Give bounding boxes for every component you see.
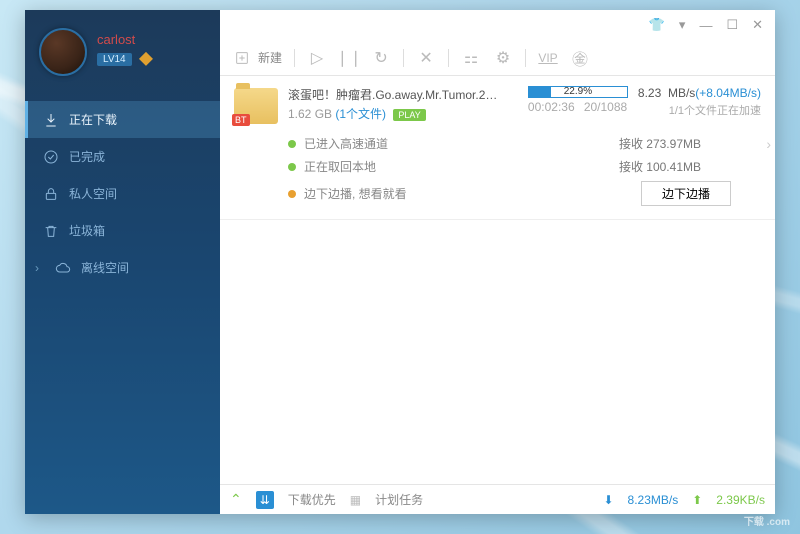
- down-arrow-icon: ⬇: [603, 493, 613, 507]
- task-list: BT 滚蛋吧！肿瘤君.Go.away.Mr.Tumor.2015... 1.62…: [220, 76, 775, 484]
- detail-line: 边下边播, 想看就看 边下边播: [288, 178, 761, 209]
- vip-icon[interactable]: VIP: [538, 48, 558, 68]
- sidebar-item-label: 正在下载: [69, 111, 117, 128]
- speed: 8.23 MB/s(+8.04MB/s) 1/1个文件正在加速: [638, 86, 761, 118]
- app-window: carlost LV14 正在下载 已完成 私人空间 垃圾箱: [25, 10, 775, 514]
- skin-icon[interactable]: 👕: [649, 17, 665, 33]
- lock-icon: [43, 186, 59, 202]
- menu-icon[interactable]: ▾: [679, 17, 686, 33]
- task-row[interactable]: BT 滚蛋吧！肿瘤君.Go.away.Mr.Tumor.2015... 1.62…: [220, 76, 775, 220]
- up-arrow-icon: ⬆: [692, 493, 702, 507]
- sidebar-item-private[interactable]: 私人空间: [25, 175, 220, 212]
- priority-icon[interactable]: ⇊: [256, 491, 274, 509]
- sidebar-menu: 正在下载 已完成 私人空间 垃圾箱 › 离线空间: [25, 101, 220, 514]
- progress-meta: 00:02:36 20/1088: [528, 100, 628, 114]
- trash-icon: [43, 223, 59, 239]
- sidebar-item-label: 私人空间: [69, 185, 117, 202]
- separator: [403, 49, 404, 67]
- sidebar: carlost LV14 正在下载 已完成 私人空间 垃圾箱: [25, 10, 220, 514]
- restart-icon[interactable]: ↻: [371, 48, 391, 68]
- cloud-icon: [55, 260, 71, 276]
- down-speed: 8.23MB/s: [628, 493, 679, 507]
- task-name: 滚蛋吧！肿瘤君.Go.away.Mr.Tumor.2015...: [288, 86, 498, 103]
- progress: 22.9% 00:02:36 20/1088: [528, 86, 628, 114]
- play-while-download-button[interactable]: 边下边播: [641, 181, 731, 206]
- titlebar: 👕 ▾ — ☐ ✕: [220, 10, 775, 40]
- maximize-button[interactable]: ☐: [726, 17, 738, 33]
- separator: [448, 49, 449, 67]
- play-badge[interactable]: PLAY: [393, 109, 425, 121]
- delete-icon[interactable]: ✕: [416, 48, 436, 68]
- pause-icon[interactable]: ❘❘: [339, 48, 359, 68]
- username: carlost: [97, 32, 153, 47]
- status-bar: ⌃ ⇊ 下载优先 ▦ 计划任务 ⬇ 8.23MB/s ⬆ 2.39KB/s: [220, 484, 775, 514]
- minimize-button[interactable]: —: [699, 18, 712, 33]
- task-details: 已进入高速通道 接收 273.97MB 正在取回本地 接收 100.41MB 边…: [288, 132, 761, 209]
- new-icon: [232, 48, 252, 68]
- check-icon: [43, 149, 59, 165]
- priority-label[interactable]: 下载优先: [288, 491, 336, 508]
- level-badge: LV14: [97, 53, 132, 66]
- schedule-icon[interactable]: ▦: [350, 493, 361, 507]
- sidebar-item-trash[interactable]: 垃圾箱: [25, 212, 220, 249]
- play-icon[interactable]: ▷: [307, 48, 327, 68]
- settings-icon[interactable]: ⚙: [493, 48, 513, 68]
- new-button[interactable]: 新建: [232, 48, 282, 68]
- sidebar-item-downloading[interactable]: 正在下载: [25, 101, 220, 138]
- sidebar-item-label: 离线空间: [81, 259, 129, 276]
- sidebar-item-completed[interactable]: 已完成: [25, 138, 220, 175]
- grid-icon[interactable]: ⚏: [461, 48, 481, 68]
- schedule-label[interactable]: 计划任务: [375, 491, 423, 508]
- coin-icon[interactable]: ㊎: [570, 48, 590, 68]
- dot-green-icon: [288, 163, 296, 171]
- separator: [294, 49, 295, 67]
- detail-line: 正在取回本地 接收 100.41MB: [288, 155, 761, 178]
- sidebar-item-label: 已完成: [69, 148, 105, 165]
- avatar[interactable]: [39, 28, 87, 76]
- file-count-link[interactable]: (1个文件): [335, 107, 386, 121]
- detail-line: 已进入高速通道 接收 273.97MB: [288, 132, 761, 155]
- accel-status: 1/1个文件正在加速: [638, 102, 761, 118]
- toolbar: 新建 ▷ ❘❘ ↻ ✕ ⚏ ⚙ VIP ㊎: [220, 40, 775, 76]
- download-icon: [43, 112, 59, 128]
- chevron-right-icon: ›: [35, 261, 45, 275]
- diamond-icon: [139, 52, 153, 66]
- close-button[interactable]: ✕: [752, 17, 763, 33]
- user-profile[interactable]: carlost LV14: [25, 10, 220, 86]
- folder-icon: BT: [234, 88, 278, 124]
- dot-green-icon: [288, 140, 296, 148]
- task-size: 1.62 GB (1个文件) PLAY: [288, 105, 518, 122]
- dot-orange-icon: [288, 190, 296, 198]
- expand-icon[interactable]: ⌃: [230, 491, 242, 508]
- separator: [525, 49, 526, 67]
- sidebar-item-offline[interactable]: › 离线空间: [25, 249, 220, 286]
- chevron-right-icon[interactable]: ›: [766, 136, 771, 152]
- bt-badge: BT: [232, 114, 250, 126]
- sidebar-item-label: 垃圾箱: [69, 222, 105, 239]
- watermark: 9553下载 .com: [744, 496, 790, 528]
- main-panel: 👕 ▾ — ☐ ✕ 新建 ▷ ❘❘ ↻ ✕ ⚏ ⚙ VIP ㊎: [220, 10, 775, 514]
- progress-percent: 22.9%: [529, 87, 627, 97]
